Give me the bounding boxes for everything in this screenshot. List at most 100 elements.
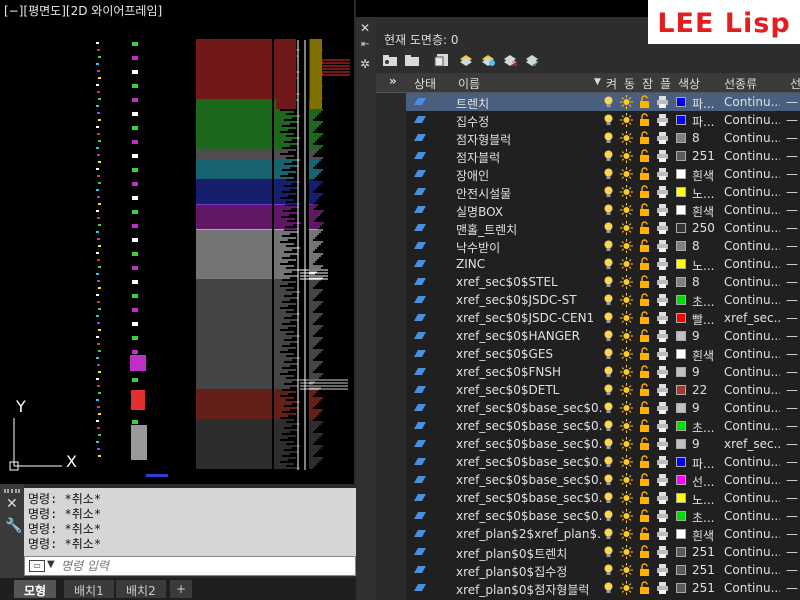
layer-lineweight-line[interactable]: — xyxy=(786,275,800,289)
sun-thaw-icon[interactable] xyxy=(620,509,633,523)
color-swatch[interactable] xyxy=(676,313,686,323)
unlocked-padlock-icon[interactable] xyxy=(638,257,651,271)
lightbulb-on-icon[interactable] xyxy=(602,401,615,415)
sun-thaw-icon[interactable] xyxy=(620,491,633,505)
lightbulb-on-icon[interactable] xyxy=(602,131,615,145)
layer-color-label[interactable]: 250 xyxy=(692,221,718,235)
layer-color-label[interactable]: 9 xyxy=(692,437,718,451)
printer-icon[interactable] xyxy=(656,347,669,361)
new-layer-vp-frozen-icon[interactable] xyxy=(480,53,496,67)
layer-row[interactable]: 맨홀_트렌치 250 Continu... — xyxy=(406,219,800,237)
layer-row[interactable]: xref_sec$0$GES 흰색 Continu... — xyxy=(406,345,800,363)
unlocked-padlock-icon[interactable] xyxy=(638,419,651,433)
color-swatch[interactable] xyxy=(676,511,686,521)
auto-hide-icon[interactable]: ⇤ xyxy=(361,39,369,50)
command-input[interactable] xyxy=(61,558,351,574)
layer-lineweight-line[interactable]: — xyxy=(786,257,800,271)
layer-lineweight-line[interactable]: — xyxy=(786,185,800,199)
tab-layout1[interactable]: 배치1 xyxy=(64,580,114,598)
layer-color-label[interactable]: 251 xyxy=(692,581,718,595)
color-swatch[interactable] xyxy=(676,475,686,485)
layer-name[interactable]: 안전시설물 xyxy=(456,185,602,202)
color-swatch[interactable] xyxy=(676,115,686,125)
new-layer-icon[interactable] xyxy=(458,53,474,67)
unlocked-padlock-icon[interactable] xyxy=(638,239,651,253)
layer-lineweight-line[interactable]: — xyxy=(786,149,800,163)
layer-row[interactable]: xref_sec$0$base_sec$0... 9 xref_sec... — xyxy=(406,435,800,453)
layer-linetype[interactable]: Continu... xyxy=(724,563,780,577)
printer-icon[interactable] xyxy=(656,131,669,145)
lightbulb-on-icon[interactable] xyxy=(602,365,615,379)
layer-color-label[interactable]: 9 xyxy=(692,329,718,343)
printer-icon[interactable] xyxy=(656,221,669,235)
unlocked-padlock-icon[interactable] xyxy=(638,563,651,577)
printer-icon[interactable] xyxy=(656,527,669,541)
printer-icon[interactable] xyxy=(656,113,669,127)
layer-linetype[interactable]: Continu... xyxy=(724,509,780,523)
unlocked-padlock-icon[interactable] xyxy=(638,383,651,397)
sun-thaw-icon[interactable] xyxy=(620,167,633,181)
layer-linetype[interactable]: Continu... xyxy=(724,293,780,307)
layer-name[interactable]: xref_sec$0$JSDC-ST xyxy=(456,293,602,307)
layer-color-label[interactable]: 251 xyxy=(692,545,718,559)
layer-linetype[interactable]: Continu... xyxy=(724,167,780,181)
layer-name[interactable]: 장애인 xyxy=(456,167,602,184)
lightbulb-on-icon[interactable] xyxy=(602,221,615,235)
layer-row[interactable]: xref_sec$0$FNSH 9 Continu... — xyxy=(406,363,800,381)
layer-linetype[interactable]: Continu... xyxy=(724,401,780,415)
chevron-down-icon[interactable]: ▼ xyxy=(47,559,55,570)
layer-name[interactable]: xref_plan$2$xref_plan$... xyxy=(456,527,602,541)
layer-name[interactable]: 점자형블럭 xyxy=(456,131,602,148)
unlocked-padlock-icon[interactable] xyxy=(638,149,651,163)
lightbulb-on-icon[interactable] xyxy=(602,257,615,271)
layer-name[interactable]: xref_sec$0$FNSH xyxy=(456,365,602,379)
sun-thaw-icon[interactable] xyxy=(620,437,633,451)
layer-linetype[interactable]: Continu... xyxy=(724,203,780,217)
layer-color-label[interactable]: 노... xyxy=(692,185,718,202)
layer-linetype[interactable]: Continu... xyxy=(724,545,780,559)
sun-thaw-icon[interactable] xyxy=(620,365,633,379)
unlocked-padlock-icon[interactable] xyxy=(638,473,651,487)
layer-color-label[interactable]: 노... xyxy=(692,491,718,508)
layer-linetype[interactable]: xref_sec... xyxy=(724,311,780,325)
layer-name[interactable]: ZINC xyxy=(456,257,602,271)
column-header-name[interactable]: 이름 xyxy=(458,75,480,92)
sun-thaw-icon[interactable] xyxy=(620,455,633,469)
sun-thaw-icon[interactable] xyxy=(620,203,633,217)
lightbulb-on-icon[interactable] xyxy=(602,329,615,343)
layer-color-label[interactable]: 선... xyxy=(692,473,718,490)
layer-states-manager-icon[interactable] xyxy=(434,53,450,67)
layer-linetype[interactable]: Continu... xyxy=(724,221,780,235)
layer-color-label[interactable]: 22 xyxy=(692,383,718,397)
printer-icon[interactable] xyxy=(656,185,669,199)
layer-color-label[interactable]: 8 xyxy=(692,275,718,289)
sun-thaw-icon[interactable] xyxy=(620,329,633,343)
layer-linetype[interactable]: Continu... xyxy=(724,257,780,271)
layer-color-label[interactable]: 파... xyxy=(692,113,718,130)
unlocked-padlock-icon[interactable] xyxy=(638,221,651,235)
printer-icon[interactable] xyxy=(656,545,669,559)
color-swatch[interactable] xyxy=(676,277,686,287)
layer-lineweight-line[interactable]: — xyxy=(786,131,800,145)
unlocked-padlock-icon[interactable] xyxy=(638,275,651,289)
unlocked-padlock-icon[interactable] xyxy=(638,311,651,325)
unlocked-padlock-icon[interactable] xyxy=(638,437,651,451)
layer-name[interactable]: xref_plan$0$점자형블럭 xyxy=(456,581,602,598)
color-swatch[interactable] xyxy=(676,97,686,107)
layer-row[interactable]: 트렌치 파... Continu... — xyxy=(406,93,800,111)
sun-thaw-icon[interactable] xyxy=(620,293,633,307)
delete-layer-icon[interactable]: ✕ xyxy=(502,53,518,67)
lightbulb-on-icon[interactable] xyxy=(602,473,615,487)
name-column-dropdown-icon[interactable]: ▼ xyxy=(594,77,601,87)
lightbulb-on-icon[interactable] xyxy=(602,239,615,253)
layer-lineweight-line[interactable]: — xyxy=(786,221,800,235)
layer-lineweight-line[interactable]: — xyxy=(786,563,800,577)
layer-name[interactable]: xref_plan$0$트렌치 xyxy=(456,545,602,562)
layer-linetype[interactable]: xref_sec... xyxy=(724,437,780,451)
layer-color-label[interactable]: 초... xyxy=(692,293,718,310)
layer-color-label[interactable]: 251 xyxy=(692,149,718,163)
layer-color-label[interactable]: 흰색 xyxy=(692,527,718,544)
color-swatch[interactable] xyxy=(676,457,686,467)
layer-row[interactable]: 점자형블럭 8 Continu... — xyxy=(406,129,800,147)
viewport-controls-label[interactable]: [−][평면도][2D 와이어프레임] xyxy=(4,2,162,19)
